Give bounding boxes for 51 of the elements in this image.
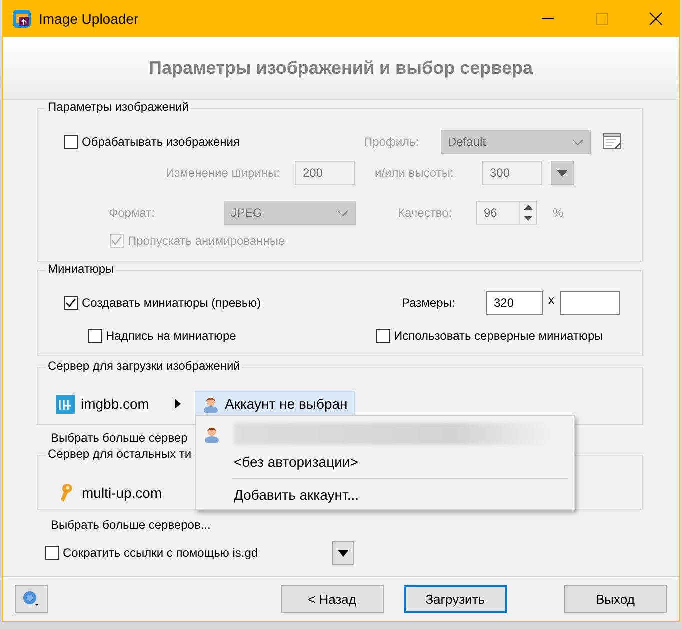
dialog-button[interactable]: Загрузить [404,585,507,613]
menu-item[interactable]: <без авторизации> [234,454,358,470]
dropdown-button[interactable] [332,541,354,565]
chevron-icon [337,210,349,216]
checkbox[interactable] [88,329,102,343]
field-label: Качество: [398,206,454,220]
dialog-button[interactable]: < Назад [280,585,384,613]
caret-icon [557,170,568,176]
checkbox[interactable] [64,135,78,149]
group-legend: Сервер для остальных ти [46,447,194,461]
checkbox-label[interactable]: Сократить ссылки с помощью is.gd [63,546,258,560]
window-title: Image Uploader [39,10,140,26]
dialog-button[interactable]: Выход [564,585,668,613]
unit-label: % [553,206,564,220]
caret-icon [338,550,348,556]
help-icon [23,591,40,607]
maximize-icon [596,12,608,24]
field-label: и/или высоты: [375,166,455,180]
group-legend: Параметры изображений [46,100,191,114]
checkbox-label[interactable]: Использовать серверные миниатюры [394,329,604,343]
user-icon [203,425,221,443]
page-heading: Параметры изображений и выбор сервера [149,58,533,78]
server-name[interactable]: multi-up.com [82,485,162,501]
help-button[interactable] [15,585,48,613]
menu-item[interactable]: Добавить аккаунт... [234,487,359,503]
checkbox-label[interactable]: Надпись на миниатюре [106,329,236,343]
group-legend: Миниатюры [46,262,116,276]
minimize-icon [542,18,554,20]
thumb-height-field[interactable] [560,291,620,315]
field-label: Изменение ширины: [165,166,280,180]
separator-label: x [548,293,556,307]
close-icon [649,12,663,26]
checkbox[interactable] [45,546,59,560]
chevron-icon [572,138,584,146]
checkbox-label[interactable]: Создавать миниатюры (превью) [82,296,262,310]
app-icon [13,10,31,28]
checkbox-label[interactable]: Обрабатывать изображения [82,135,240,149]
server-logo-icon [56,394,75,414]
arrow-icon [175,399,181,409]
field-label: Формат: [109,206,156,220]
group-legend: Сервер для загрузки изображений [46,359,242,373]
server-name[interactable]: imgbb.com [81,396,169,412]
checkbox[interactable] [376,329,390,343]
user-icon [202,395,220,413]
more-servers-link[interactable]: Выбрать больше серверов... [51,512,211,538]
checkbox[interactable] [64,296,78,310]
edit-profile-icon[interactable] [603,133,623,151]
thumb-width-field[interactable]: 320 [486,291,543,315]
account-button[interactable]: Аккаунт не выбран [195,391,355,417]
field-label: Профиль: [364,135,420,149]
field-label: Размеры: [402,296,456,310]
